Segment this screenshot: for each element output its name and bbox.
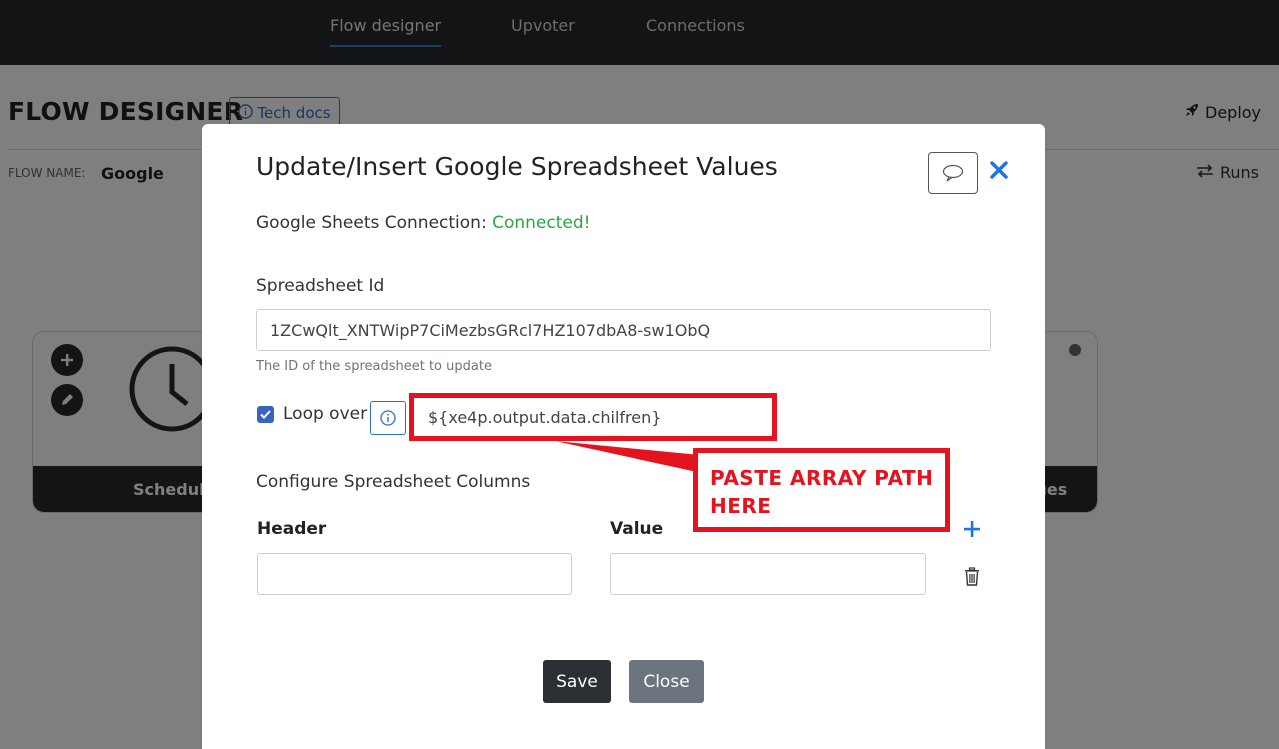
- header-column-title: Header: [257, 519, 327, 539]
- comment-button[interactable]: [928, 152, 978, 194]
- speech-bubble-icon: [942, 164, 964, 182]
- modal-title: Update/Insert Google Spreadsheet Values: [256, 152, 778, 181]
- loop-info-button[interactable]: [370, 401, 406, 435]
- plus-icon: [964, 521, 980, 537]
- configure-columns-label: Configure Spreadsheet Columns: [256, 472, 531, 492]
- trash-icon: [965, 566, 979, 586]
- connection-label: Google Sheets Connection:: [256, 213, 487, 233]
- close-button[interactable]: Close: [629, 660, 704, 703]
- spreadsheet-id-label: Spreadsheet Id: [256, 276, 385, 296]
- header-input[interactable]: [257, 553, 572, 595]
- value-input[interactable]: [610, 553, 926, 595]
- add-column-button[interactable]: [961, 518, 983, 540]
- connection-status-value: Connected!: [492, 213, 591, 233]
- close-icon: [990, 161, 1008, 179]
- connection-status: Google Sheets Connection: Connected!: [256, 213, 590, 233]
- close-modal-button[interactable]: [987, 158, 1011, 182]
- loop-over-label: Loop over: [283, 404, 368, 424]
- annotation-highlight-box: [409, 393, 777, 441]
- save-button[interactable]: Save: [543, 660, 611, 703]
- checkmark-icon: [260, 410, 271, 419]
- delete-column-button[interactable]: [961, 564, 983, 588]
- spreadsheet-id-help: The ID of the spreadsheet to update: [256, 359, 492, 374]
- loop-over-checkbox[interactable]: [257, 406, 274, 423]
- value-column-title: Value: [610, 519, 664, 539]
- info-circle-icon: [380, 410, 396, 426]
- annotation-callout: PASTE ARRAY PATH HERE: [693, 448, 950, 532]
- spreadsheet-id-input[interactable]: [256, 309, 991, 351]
